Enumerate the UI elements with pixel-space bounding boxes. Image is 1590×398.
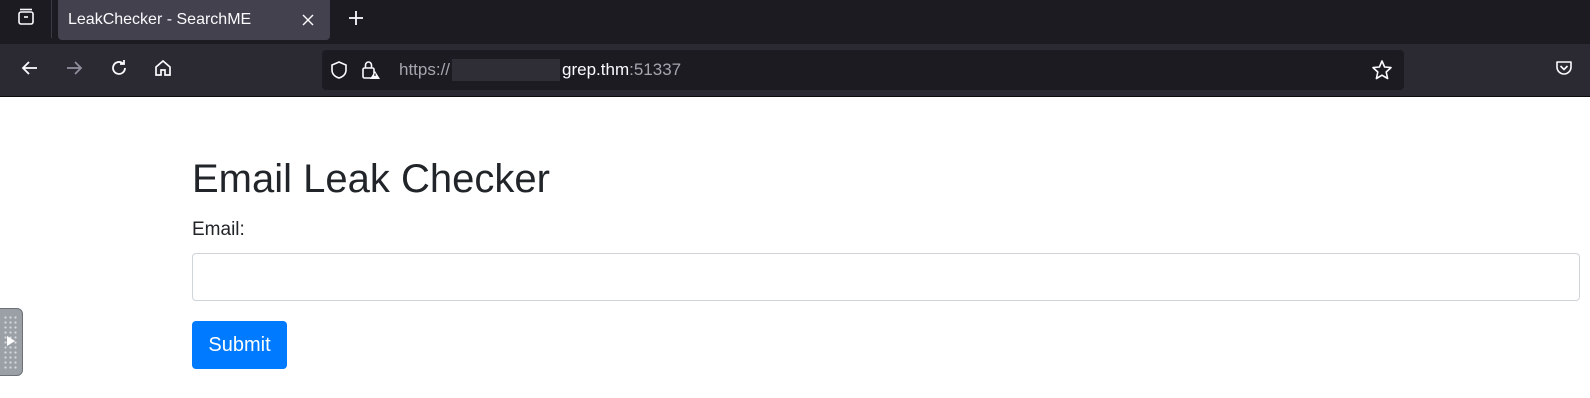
url-text[interactable]: https:// grep.thm :51337 (399, 50, 681, 90)
new-tab-button[interactable] (340, 4, 372, 36)
email-label: Email: (192, 219, 245, 240)
url-host: grep.thm (562, 60, 630, 79)
url-port: :51337 (629, 60, 682, 79)
back-button[interactable] (14, 54, 46, 86)
tab-manager-button[interactable] (0, 0, 52, 38)
navigation-bar: https:// grep.thm :51337 (0, 44, 1590, 96)
arrow-left-icon (20, 58, 40, 83)
lock-warning-icon[interactable] (360, 59, 382, 81)
toolbar-divider (0, 96, 1590, 97)
redacted-subdomain (452, 59, 561, 81)
close-icon[interactable] (298, 10, 318, 30)
tab-active[interactable]: LeakChecker - SearchME (58, 0, 330, 40)
sidebar-handle[interactable] (0, 308, 23, 376)
tab-strip: LeakChecker - SearchME (0, 0, 1590, 44)
bookmark-star-icon[interactable] (1370, 58, 1394, 82)
reload-button[interactable] (103, 54, 135, 86)
tab-title: LeakChecker - SearchME (68, 11, 252, 28)
submit-button[interactable]: Submit (192, 321, 287, 369)
url-scheme: https:// (399, 60, 451, 79)
plus-icon (347, 9, 365, 32)
page-title: Email Leak Checker (192, 157, 550, 201)
url-bar[interactable]: https:// grep.thm :51337 (322, 50, 1404, 90)
arrow-right-icon (64, 58, 84, 83)
pocket-icon (1554, 58, 1574, 83)
reload-icon (109, 58, 129, 83)
home-icon (153, 58, 173, 83)
shield-icon[interactable] (328, 59, 350, 81)
forward-button[interactable] (58, 54, 90, 86)
home-button[interactable] (147, 54, 179, 86)
email-field[interactable] (192, 253, 1580, 301)
play-arrow-icon (7, 333, 15, 351)
tab-list-icon (16, 7, 36, 32)
pocket-button[interactable] (1548, 54, 1580, 86)
